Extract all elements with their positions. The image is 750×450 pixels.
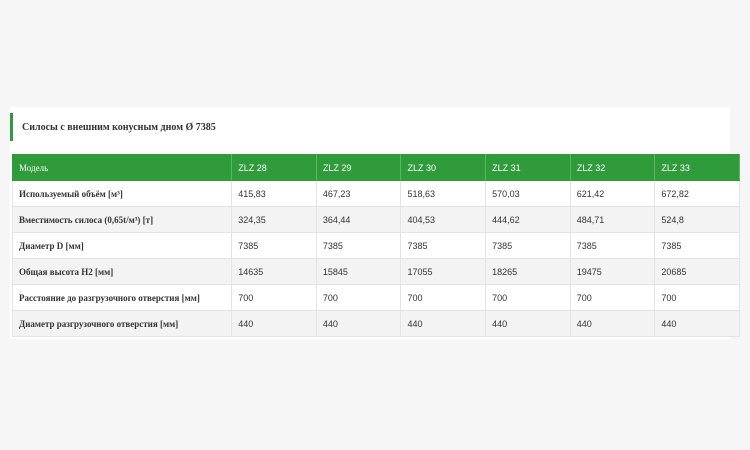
- content-card: Силосы с внешним конусным дном Ø 7385 Мо…: [10, 107, 740, 339]
- table-cell: 444,62: [485, 206, 571, 233]
- table-cell: 440: [315, 310, 402, 337]
- table-cell: 7385: [485, 232, 571, 259]
- header-cell: ZLZ 28: [231, 154, 317, 181]
- table-cell: 440: [231, 310, 317, 337]
- header-cell: ZLZ 29: [315, 154, 402, 181]
- table-header-row: Модель ZLZ 28 ZLZ 29 ZLZ 30 ZLZ 31 ZLZ 3…: [11, 154, 740, 181]
- table-cell: 415,83: [231, 180, 317, 207]
- table-cell: 700: [315, 284, 402, 311]
- table-cell: 7385: [569, 232, 656, 259]
- table-cell: 440: [400, 310, 487, 337]
- table-cell: 518,63: [400, 180, 487, 207]
- table-cell: 440: [654, 310, 740, 337]
- table-cell: 20685: [654, 258, 740, 285]
- table-row: Диаметр D [мм] 7385 7385 7385 7385 7385 …: [11, 232, 740, 259]
- table-row: Общая высота H2 [мм] 14635 15845 17055 1…: [11, 258, 740, 285]
- table-cell: 440: [569, 310, 656, 337]
- table-cell: 17055: [400, 258, 487, 285]
- table-cell: 700: [400, 284, 487, 311]
- table-cell: 700: [231, 284, 317, 311]
- table-cell: 484,71: [569, 206, 656, 233]
- header-cell: ZLZ 30: [400, 154, 487, 181]
- table-row: Диаметр разгрузочного отверстия [мм] 440…: [11, 310, 740, 337]
- table-row: Расстояние до разгрузочного отверстия [м…: [11, 284, 740, 311]
- table-cell: 621,42: [569, 180, 656, 207]
- row-label: Расстояние до разгрузочного отверстия [м…: [11, 284, 233, 311]
- header-cell: ZLZ 33: [654, 154, 740, 181]
- page: Силосы с внешним конусным дном Ø 7385 Мо…: [0, 0, 750, 450]
- header-cell: ZLZ 31: [485, 154, 571, 181]
- table-cell: 404,53: [400, 206, 487, 233]
- table-cell: 7385: [231, 232, 317, 259]
- row-label: Общая высота H2 [мм]: [11, 258, 233, 285]
- table-cell: 364,44: [315, 206, 402, 233]
- table-cell: 15845: [315, 258, 402, 285]
- table-cell: 700: [485, 284, 571, 311]
- table-cell: 7385: [400, 232, 487, 259]
- table-cell: 700: [569, 284, 656, 311]
- table-cell: 570,03: [485, 180, 571, 207]
- table-cell: 467,23: [315, 180, 402, 207]
- table-cell: 18265: [485, 258, 571, 285]
- table-cell: 19475: [569, 258, 656, 285]
- table-cell: 440: [485, 310, 571, 337]
- section-title: Силосы с внешним конусным дном Ø 7385: [10, 113, 216, 141]
- table-cell: 14635: [231, 258, 317, 285]
- row-label: Вместимость силоса (0,65t/м³) [т]: [11, 206, 233, 233]
- table-cell: 7385: [315, 232, 402, 259]
- table-cell: 7385: [654, 232, 740, 259]
- header-cell: ZLZ 32: [569, 154, 656, 181]
- table-row: Используемый объём [м³] 415,83 467,23 51…: [11, 180, 740, 207]
- row-label: Диаметр разгрузочного отверстия [мм]: [11, 310, 233, 337]
- row-label: Используемый объём [м³]: [11, 180, 233, 207]
- table-cell: 524,8: [654, 206, 740, 233]
- table-cell: 700: [654, 284, 740, 311]
- row-label: Диаметр D [мм]: [11, 232, 233, 259]
- table-row: Вместимость силоса (0,65t/м³) [т] 324,35…: [11, 206, 740, 233]
- specs-table: Модель ZLZ 28 ZLZ 29 ZLZ 30 ZLZ 31 ZLZ 3…: [11, 154, 740, 337]
- header-cell-model: Модель: [11, 154, 233, 181]
- table-cell: 324,35: [231, 206, 317, 233]
- table-cell: 672,82: [654, 180, 740, 207]
